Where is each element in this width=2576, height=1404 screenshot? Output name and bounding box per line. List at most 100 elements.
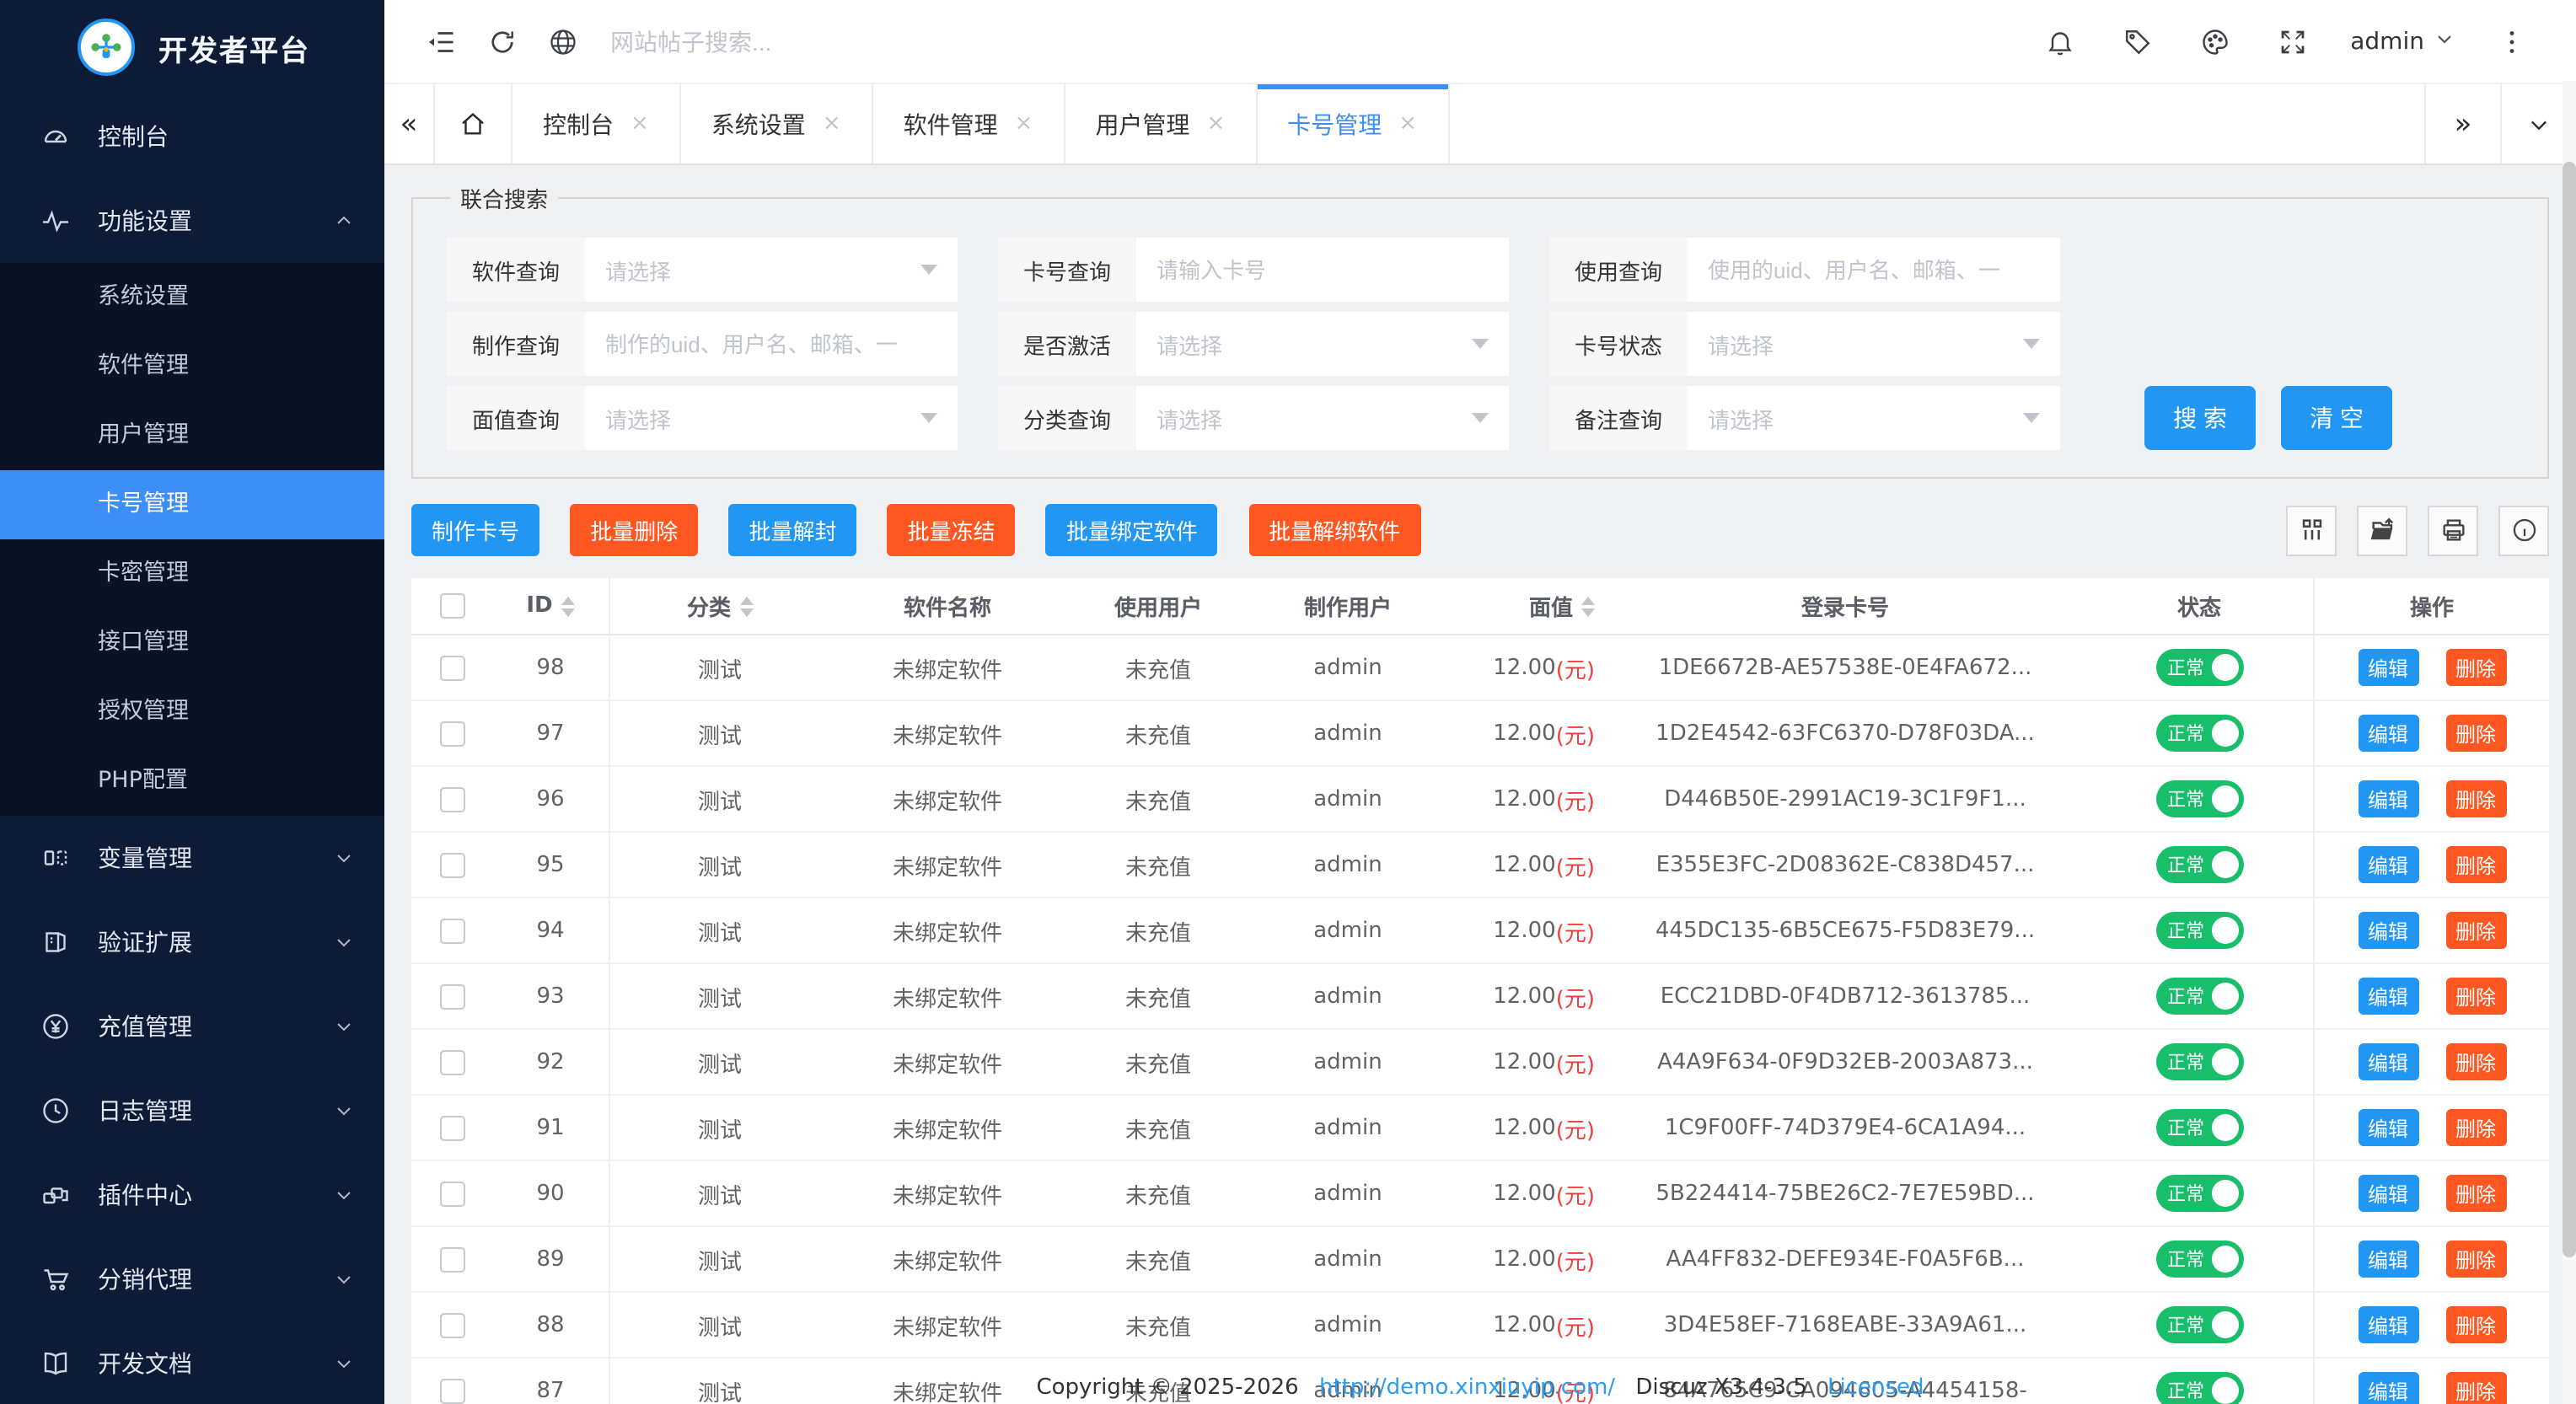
edit-button[interactable]: 编辑 xyxy=(2358,649,2418,686)
collapse-sidebar-icon[interactable] xyxy=(411,11,472,72)
status-toggle[interactable]: 正常 xyxy=(2155,978,2243,1015)
sidebar-subitem[interactable]: 卡密管理 xyxy=(0,539,384,608)
sidebar-item-console[interactable]: 控制台 xyxy=(0,94,384,179)
row-checkbox[interactable] xyxy=(439,1181,464,1206)
tabs-scroll-right-button[interactable]: » xyxy=(2424,84,2500,163)
status-toggle[interactable]: 正常 xyxy=(2155,1109,2243,1146)
delete-button[interactable]: 删除 xyxy=(2445,1109,2506,1146)
tab[interactable]: 控制台 × xyxy=(513,84,681,163)
tab[interactable]: 系统设置 × xyxy=(681,84,873,163)
delete-button[interactable]: 删除 xyxy=(2445,978,2506,1015)
status-toggle[interactable]: 正常 xyxy=(2155,912,2243,949)
sidebar-group-verify[interactable]: 验证扩展 xyxy=(0,900,384,984)
globe-icon[interactable] xyxy=(533,11,593,72)
row-checkbox[interactable] xyxy=(439,918,464,943)
edit-button[interactable]: 编辑 xyxy=(2358,912,2418,949)
tag-icon[interactable] xyxy=(2107,11,2168,72)
sidebar-group-plugins[interactable]: 插件中心 xyxy=(0,1153,384,1237)
status-toggle[interactable]: 正常 xyxy=(2155,780,2243,817)
sidebar-subitem[interactable]: 接口管理 xyxy=(0,608,384,678)
toolbar-button[interactable]: 批量解绑软件 xyxy=(1248,504,1420,556)
delete-button[interactable]: 删除 xyxy=(2445,1175,2506,1212)
toolbar-button[interactable]: 制作卡号 xyxy=(411,504,539,556)
value-query-select[interactable]: 请选择 xyxy=(585,386,958,450)
licensed-link[interactable]: Licensed xyxy=(1827,1375,1924,1401)
sidebar-group-features[interactable]: 功能设置 xyxy=(0,179,384,263)
sort-icon[interactable] xyxy=(739,596,753,616)
toolbar-button[interactable]: 批量冻结 xyxy=(888,504,1016,556)
bell-icon[interactable] xyxy=(2030,11,2090,72)
column-settings-icon[interactable] xyxy=(2286,505,2337,555)
tab[interactable]: 软件管理 × xyxy=(873,84,1065,163)
user-menu[interactable]: admin xyxy=(2340,28,2465,55)
row-checkbox[interactable] xyxy=(439,786,464,812)
row-checkbox[interactable] xyxy=(439,1049,464,1074)
select-all-checkbox[interactable] xyxy=(439,593,464,619)
row-checkbox[interactable] xyxy=(439,1246,464,1272)
status-toggle[interactable]: 正常 xyxy=(2155,846,2243,883)
sidebar-group-variables[interactable]: 变量管理 xyxy=(0,816,384,900)
sidebar-subitem[interactable]: 系统设置 xyxy=(0,263,384,332)
row-checkbox[interactable] xyxy=(439,1312,464,1337)
edit-button[interactable]: 编辑 xyxy=(2358,780,2418,817)
header-category[interactable]: 分类 xyxy=(610,578,829,634)
row-checkbox[interactable] xyxy=(439,852,464,877)
status-toggle[interactable]: 正常 xyxy=(2155,715,2243,752)
edit-button[interactable]: 编辑 xyxy=(2358,715,2418,752)
export-icon[interactable] xyxy=(2357,505,2407,555)
tab-close-icon[interactable]: × xyxy=(1206,111,1225,137)
edit-button[interactable]: 编辑 xyxy=(2358,1175,2418,1212)
delete-button[interactable]: 删除 xyxy=(2445,1043,2506,1080)
sidebar-group-docs[interactable]: 开发文档 xyxy=(0,1321,384,1404)
status-toggle[interactable]: 正常 xyxy=(2155,649,2243,686)
sort-icon[interactable] xyxy=(561,596,575,616)
delete-button[interactable]: 删除 xyxy=(2445,846,2506,883)
maker-query-input[interactable] xyxy=(585,312,958,376)
tab-close-icon[interactable]: × xyxy=(823,111,841,137)
edit-button[interactable]: 编辑 xyxy=(2358,1043,2418,1080)
sidebar-subitem[interactable]: PHP配置 xyxy=(0,747,384,816)
sidebar-subitem[interactable]: 授权管理 xyxy=(0,678,384,747)
remark-query-select[interactable]: 请选择 xyxy=(1688,386,2060,450)
edit-button[interactable]: 编辑 xyxy=(2358,1109,2418,1146)
print-icon[interactable] xyxy=(2428,505,2478,555)
refresh-icon[interactable] xyxy=(472,11,533,72)
fullscreen-icon[interactable] xyxy=(2262,11,2323,72)
card-status-select[interactable]: 请选择 xyxy=(1688,312,2060,376)
edit-button[interactable]: 编辑 xyxy=(2358,1241,2418,1278)
toolbar-button[interactable]: 批量删除 xyxy=(570,504,698,556)
sort-icon[interactable] xyxy=(1581,596,1595,616)
status-toggle[interactable]: 正常 xyxy=(2155,1043,2243,1080)
sidebar-subitem[interactable]: 卡号管理 xyxy=(0,470,384,539)
tab[interactable]: 用户管理 × xyxy=(1065,84,1257,163)
toolbar-button[interactable]: 批量绑定软件 xyxy=(1046,504,1218,556)
edit-button[interactable]: 编辑 xyxy=(2358,978,2418,1015)
tab-close-icon[interactable]: × xyxy=(631,111,649,137)
header-value[interactable]: 面值 xyxy=(1445,578,1605,634)
row-checkbox[interactable] xyxy=(439,983,464,1009)
sidebar-subitem[interactable]: 用户管理 xyxy=(0,401,384,470)
demo-site-link[interactable]: http://demo.xinxiuyip.com/ xyxy=(1319,1375,1615,1401)
info-icon[interactable] xyxy=(2498,505,2549,555)
search-button[interactable]: 搜 索 xyxy=(2144,386,2256,450)
delete-button[interactable]: 删除 xyxy=(2445,1241,2506,1278)
delete-button[interactable]: 删除 xyxy=(2445,715,2506,752)
tab[interactable]: 卡号管理 × xyxy=(1257,84,1449,163)
row-checkbox[interactable] xyxy=(439,1115,464,1140)
sidebar-subitem[interactable]: 软件管理 xyxy=(0,332,384,401)
home-icon[interactable] xyxy=(435,84,513,163)
tab-close-icon[interactable]: × xyxy=(1398,111,1417,137)
scrollbar-thumb[interactable] xyxy=(2563,162,2576,1257)
status-toggle[interactable]: 正常 xyxy=(2155,1175,2243,1212)
delete-button[interactable]: 删除 xyxy=(2445,912,2506,949)
category-query-select[interactable]: 请选择 xyxy=(1136,386,1509,450)
row-checkbox[interactable] xyxy=(439,655,464,680)
software-query-select[interactable]: 请选择 xyxy=(585,238,958,302)
search-input[interactable] xyxy=(610,28,2030,55)
tab-close-icon[interactable]: × xyxy=(1015,111,1033,137)
edit-button[interactable]: 编辑 xyxy=(2358,846,2418,883)
status-toggle[interactable]: 正常 xyxy=(2155,1306,2243,1343)
delete-button[interactable]: 删除 xyxy=(2445,649,2506,686)
card-query-input[interactable] xyxy=(1136,238,1509,302)
status-toggle[interactable]: 正常 xyxy=(2155,1241,2243,1278)
